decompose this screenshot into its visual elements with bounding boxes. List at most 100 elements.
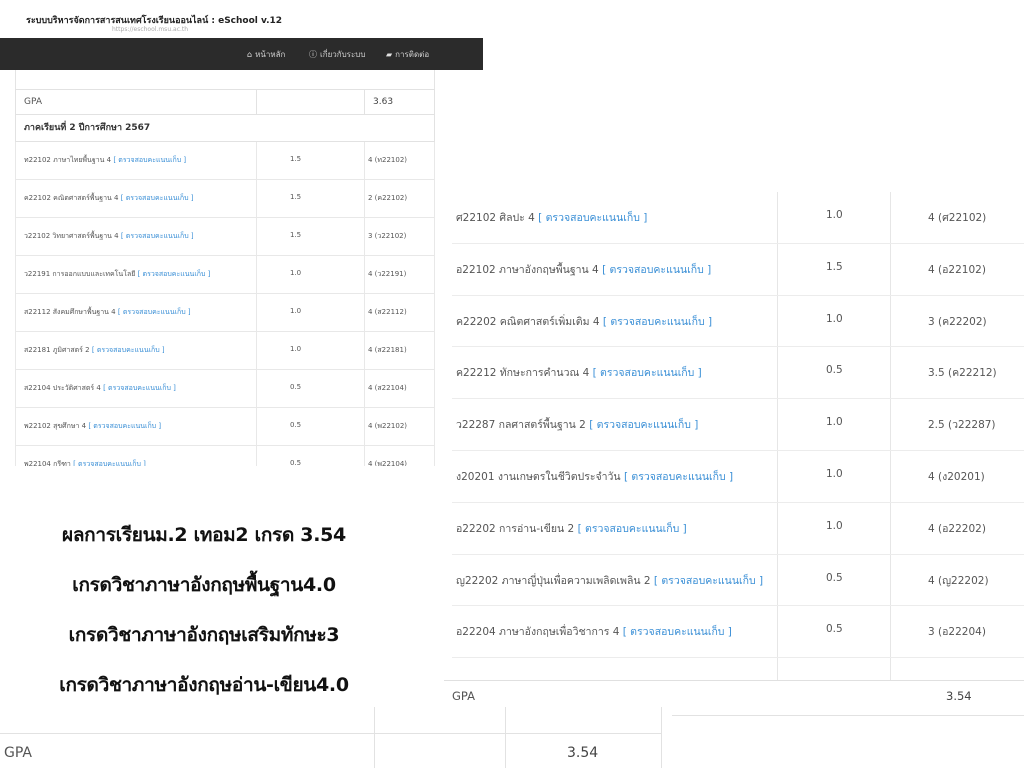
check-scores-link[interactable]: [ ตรวจสอบคะแนนเก็บ ] bbox=[602, 264, 711, 276]
nav-about[interactable]: ⓘ เกี่ยวกับระบบ bbox=[309, 48, 365, 61]
credit-cell: 1.0 bbox=[826, 209, 843, 221]
check-scores-link[interactable]: [ ตรวจสอบคะแนนเก็บ ] bbox=[589, 419, 698, 431]
subject-name: อ22102 ภาษาอังกฤษพื้นฐาน 4 bbox=[456, 263, 599, 276]
subject-cell: พ22104 กรีฑา [ ตรวจสอบคะแนนเก็บ ] bbox=[24, 459, 146, 466]
table-row: ค22212 ทักษะการคำนวณ 4 [ ตรวจสอบคะแนนเก็… bbox=[444, 347, 1024, 400]
check-scores-link[interactable]: [ ตรวจสอบคะแนนเก็บ ] bbox=[593, 367, 702, 379]
subject-name: ค22102 คณิตศาสตร์พื้นฐาน 4 bbox=[24, 194, 119, 202]
grade-cell: 4 (ศ22102) bbox=[928, 212, 987, 224]
check-scores-link[interactable]: [ ตรวจสอบคะแนนเก็บ ] bbox=[538, 212, 647, 224]
check-scores-link[interactable]: [ ตรวจสอบคะแนนเก็บ ] bbox=[138, 270, 211, 278]
subject-cell: พ22102 สุขศึกษา 4 [ ตรวจสอบคะแนนเก็บ ] bbox=[24, 421, 161, 432]
table-row: ค22102 คณิตศาสตร์พื้นฐาน 4 [ ตรวจสอบคะแน… bbox=[15, 180, 435, 218]
nav-about-label: เกี่ยวกับระบบ bbox=[320, 50, 366, 59]
table-row: ญ22202 ภาษาญี่ปุ่นเพื่อความเพลิดเพลิน 2 … bbox=[444, 555, 1024, 607]
subject-name: ค22212 ทักษะการคำนวณ 4 bbox=[456, 367, 590, 380]
subject-cell: อ22202 การอ่าน-เขียน 2 [ ตรวจสอบคะแนนเก็… bbox=[456, 520, 687, 537]
grade-cell: 2 (ค22102) bbox=[368, 194, 408, 202]
subject-name: ส22112 สังคมศึกษาพื้นฐาน 4 bbox=[24, 308, 116, 316]
caption-line-4: เกรดวิชาภาษาอังกฤษอ่าน-เขียน4.0 bbox=[59, 674, 349, 696]
subject-name: ง20201 งานเกษตรในชีวิตประจำวัน bbox=[456, 470, 621, 483]
gpa-label: GPA bbox=[452, 689, 475, 703]
gpa-label: GPA bbox=[24, 97, 42, 107]
table-row: ว22287 กลศาสตร์พื้นฐาน 2 [ ตรวจสอบคะแนนเ… bbox=[444, 399, 1024, 451]
nav-home[interactable]: ⌂ หน้าหลัก bbox=[247, 48, 285, 61]
eschool-screenshot-top-left: ระบบบริหารจัดการสารสนเทศโรงเรียนออนไลน์ … bbox=[0, 0, 483, 466]
grade-cell: 4 (พ22102) bbox=[368, 422, 408, 430]
check-scores-link[interactable]: [ ตรวจสอบคะแนนเก็บ ] bbox=[113, 156, 186, 164]
nav-contact[interactable]: ▰ การติดต่อ bbox=[386, 48, 429, 61]
subject-name: ส22181 ภูมิศาสตร์ 2 bbox=[24, 346, 90, 354]
caption-line-1: ผลการเรียนม.2 เทอม2 เกรด 3.54 bbox=[62, 524, 346, 546]
grade-cell: 4 (อ22102) bbox=[928, 263, 986, 276]
check-scores-link[interactable]: [ ตรวจสอบคะแนนเก็บ ] bbox=[121, 232, 194, 240]
caption-text: ผลการเรียนม.2 เทอม2 เกรด 3.54 เกรดวิชาภา… bbox=[0, 510, 408, 710]
credit-cell: 1.5 bbox=[290, 193, 302, 201]
subject-name: ญ22202 ภาษาญี่ปุ่นเพื่อความเพลิดเพลิน 2 bbox=[456, 574, 651, 587]
grade-cell: 4 (ส22112) bbox=[368, 308, 407, 316]
subject-name: ค22202 คณิตศาสตร์เพิ่มเติม 4 bbox=[456, 315, 600, 328]
credit-cell: 1.0 bbox=[290, 307, 302, 315]
info-icon: ⓘ bbox=[309, 50, 317, 59]
grade-cell: 4 (ท22102) bbox=[368, 156, 408, 164]
grade-cell: 2.5 (ว22287) bbox=[928, 419, 996, 432]
table-row: ท22102 ภาษาไทยพื้นฐาน 4 [ ตรวจสอบคะแนนเก… bbox=[15, 142, 435, 180]
credit-cell: 0.5 bbox=[826, 364, 843, 377]
caption-line-2: เกรดวิชาภาษาอังกฤษพื้นฐาน4.0 bbox=[72, 574, 336, 596]
table-row: ง20201 งานเกษตรในชีวิตประจำวัน [ ตรวจสอบ… bbox=[444, 451, 1024, 503]
credit-cell: 0.5 bbox=[826, 571, 843, 584]
grade-cell: 3 (ค22202) bbox=[928, 315, 987, 328]
grade-cell: 3 (ว22102) bbox=[368, 232, 407, 240]
check-scores-link[interactable]: [ ตรวจสอบคะแนนเก็บ ] bbox=[603, 316, 712, 328]
table-row: อ22202 การอ่าน-เขียน 2 [ ตรวจสอบคะแนนเก็… bbox=[444, 503, 1024, 555]
subject-name: ส22104 ประวัติศาสตร์ 4 bbox=[24, 384, 101, 392]
check-scores-link[interactable]: [ ตรวจสอบคะแนนเก็บ ] bbox=[88, 422, 161, 430]
grade-cell: 4 (ส22104) bbox=[368, 384, 407, 392]
check-scores-link[interactable]: [ ตรวจสอบคะแนนเก็บ ] bbox=[121, 194, 194, 202]
subject-cell: ค22102 คณิตศาสตร์พื้นฐาน 4 [ ตรวจสอบคะแน… bbox=[24, 193, 194, 204]
check-scores-link[interactable]: [ ตรวจสอบคะแนนเก็บ ] bbox=[654, 575, 763, 587]
table-row: ศ22102 ศิลปะ 4 [ ตรวจสอบคะแนนเก็บ ] 1.0 4 … bbox=[444, 192, 1024, 244]
subject-name: พ22102 สุขศึกษา 4 bbox=[24, 422, 87, 430]
gpa-row-previous: GPA 3.63 bbox=[15, 89, 435, 115]
table-row: ส22181 ภูมิศาสตร์ 2 [ ตรวจสอบคะแนนเก็บ ]… bbox=[15, 332, 435, 370]
check-scores-link[interactable]: [ ตรวจสอบคะแนนเก็บ ] bbox=[578, 523, 687, 535]
grades-table-left: GPA 3.63 ภาคเรียนที่ 2 ปีการศึกษา 2567 ท… bbox=[15, 70, 435, 466]
check-scores-link[interactable]: [ ตรวจสอบคะแนนเก็บ ] bbox=[103, 384, 176, 392]
subject-name: อ22204 ภาษาอังกฤษเพื่อวิชาการ 4 bbox=[456, 626, 620, 639]
check-scores-link[interactable]: [ ตรวจสอบคะแนนเก็บ ] bbox=[73, 460, 146, 466]
grade-cell: 3.5 (ค22212) bbox=[928, 367, 997, 380]
credit-cell: 1.0 bbox=[826, 467, 843, 480]
table-row: ส22104 ประวัติศาสตร์ 4 [ ตรวจสอบคะแนนเก็… bbox=[15, 370, 435, 408]
check-scores-link[interactable]: [ ตรวจสอบคะแนนเก็บ ] bbox=[624, 471, 733, 483]
home-icon: ⌂ bbox=[247, 50, 253, 59]
table-row: อ22102 ภาษาอังกฤษพื้นฐาน 4 [ ตรวจสอบคะแน… bbox=[444, 244, 1024, 296]
table-row: ว22102 วิทยาศาสตร์พื้นฐาน 4 [ ตรวจสอบคะแ… bbox=[15, 218, 435, 256]
credit-cell: 1.5 bbox=[826, 260, 843, 273]
subject-cell: ส22112 สังคมศึกษาพื้นฐาน 4 [ ตรวจสอบคะแน… bbox=[24, 307, 191, 318]
grades-screenshot-right: ศ22102 ศิลปะ 4 [ ตรวจสอบคะแนนเก็บ ] 1.0 4 … bbox=[444, 192, 1024, 708]
nav-home-label: หน้าหลัก bbox=[255, 50, 286, 59]
chat-icon: ▰ bbox=[386, 50, 393, 59]
grade-cell: 4 (พ22104) bbox=[368, 460, 408, 466]
grade-rows-right: ศ22102 ศิลปะ 4 [ ตรวจสอบคะแนนเก็บ ] 1.0 4 … bbox=[444, 192, 1024, 659]
gpa-value: 3.54 bbox=[946, 689, 972, 703]
credit-cell: 0.5 bbox=[826, 623, 843, 636]
subject-cell: ศ22102 ศิลปะ 4 [ ตรวจสอบคะแนนเก็บ ] bbox=[456, 209, 647, 226]
gpa-strip-bottom: GPA 3.54 bbox=[0, 707, 662, 768]
grade-cell: 4 (อ22202) bbox=[928, 522, 986, 535]
check-scores-link[interactable]: [ ตรวจสอบคะแนนเก็บ ] bbox=[92, 346, 165, 354]
credit-cell: 1.0 bbox=[826, 312, 843, 325]
grade-cell: 4 (ส22181) bbox=[368, 346, 407, 354]
gpa-label: GPA bbox=[4, 745, 32, 761]
credit-cell: 1.0 bbox=[826, 519, 843, 532]
table-row: ค22202 คณิตศาสตร์เพิ่มเติม 4 [ ตรวจสอบคะ… bbox=[444, 296, 1024, 348]
table-row: พ22104 กรีฑา [ ตรวจสอบคะแนนเก็บ ] 0.5 4 (พ… bbox=[15, 446, 435, 466]
app-url: https://eschool.msu.ac.th bbox=[112, 26, 189, 33]
divider-line bbox=[672, 715, 1024, 716]
grade-cell: 4 (ญ22202) bbox=[928, 574, 989, 587]
check-scores-link[interactable]: [ ตรวจสอบคะแนนเก็บ ] bbox=[623, 626, 732, 638]
subject-name: อ22202 การอ่าน-เขียน 2 bbox=[456, 522, 575, 535]
check-scores-link[interactable]: [ ตรวจสอบคะแนนเก็บ ] bbox=[118, 308, 191, 316]
credit-cell: 0.5 bbox=[290, 459, 302, 466]
